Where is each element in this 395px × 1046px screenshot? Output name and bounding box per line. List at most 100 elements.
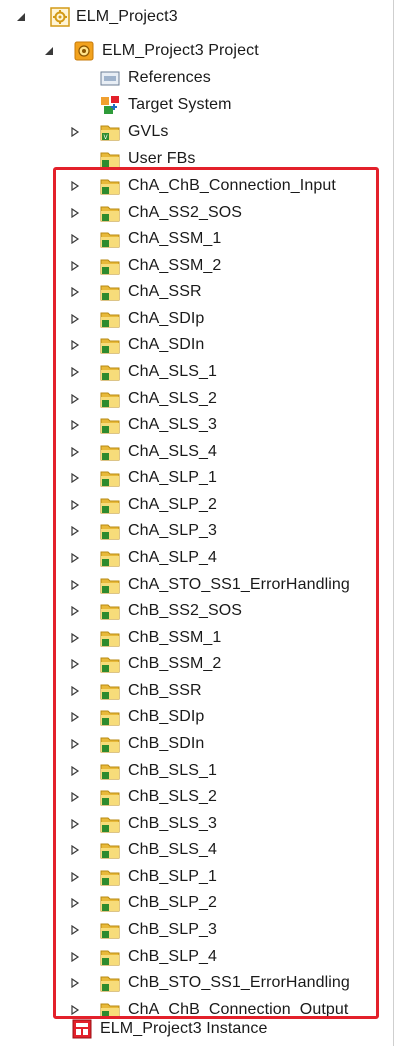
tree-node-label: ChA_SLS_4 bbox=[128, 442, 217, 460]
collapsed-arrow-icon[interactable] bbox=[70, 499, 80, 510]
collapsed-arrow-icon[interactable] bbox=[70, 712, 80, 723]
collapsed-arrow-icon[interactable] bbox=[70, 632, 80, 643]
collapsed-arrow-icon[interactable] bbox=[70, 925, 80, 935]
tree-node-folder[interactable]: ChA_SSM_1 bbox=[0, 226, 395, 252]
tree-node-folder[interactable]: ChB_SSM_2 bbox=[0, 651, 395, 677]
tree-node-label: ChA_SSR bbox=[128, 283, 202, 301]
collapsed-arrow-icon[interactable] bbox=[70, 127, 80, 137]
tree-node-folder[interactable]: ChB_STO_SS1_ErrorHandling bbox=[0, 970, 395, 996]
collapsed-arrow-icon[interactable] bbox=[70, 234, 80, 245]
collapsed-arrow-icon[interactable] bbox=[70, 978, 80, 989]
collapsed-arrow-icon[interactable] bbox=[70, 818, 80, 829]
tree-node-label: User FBs bbox=[128, 150, 196, 167]
collapsed-arrow-icon[interactable] bbox=[70, 739, 80, 749]
fb-folder-icon bbox=[100, 604, 120, 620]
tree-node-folder[interactable]: ChA_SLP_2 bbox=[0, 492, 395, 518]
tree-node-references[interactable]: References bbox=[0, 65, 395, 91]
collapsed-arrow-icon[interactable] bbox=[70, 260, 80, 271]
collapsed-arrow-icon[interactable] bbox=[70, 446, 80, 457]
plc-project-icon bbox=[50, 7, 70, 27]
tree-node-folder[interactable]: ChA_SLS_3 bbox=[0, 412, 395, 438]
fb-folder-icon bbox=[100, 578, 120, 593]
collapsed-arrow-icon[interactable] bbox=[70, 367, 80, 377]
collapsed-arrow-icon[interactable] bbox=[70, 579, 80, 590]
tree-node-folder[interactable]: ChA_STO_SS1_ErrorHandling bbox=[0, 572, 395, 598]
tree-node-folder[interactable]: ChA_SLS_2 bbox=[0, 386, 395, 412]
tree-node-label: ChA_SLP_3 bbox=[128, 522, 217, 540]
tree-node-label: ELM_Project3 bbox=[76, 8, 178, 25]
tree-node-gvls[interactable]: V GVLs bbox=[0, 119, 395, 145]
fb-folder-icon bbox=[100, 843, 120, 859]
tree-node-label: ChB_SDIp bbox=[128, 708, 205, 726]
tree-node-folder[interactable]: ChA_SS2_SOS bbox=[0, 200, 395, 226]
tree-node-label: GVLs bbox=[128, 123, 169, 140]
tree-node-label: ELM_Project3 Instance bbox=[100, 1020, 268, 1037]
tree-node-folder[interactable]: ChA_SDIn bbox=[0, 332, 395, 358]
collapsed-arrow-icon[interactable] bbox=[70, 951, 80, 962]
expanded-arrow-icon[interactable] bbox=[44, 46, 54, 56]
tree-node-folder[interactable]: ChB_SDIp bbox=[0, 704, 395, 730]
collapsed-arrow-icon[interactable] bbox=[70, 420, 80, 431]
collapsed-arrow-icon[interactable] bbox=[70, 898, 80, 909]
tree-node-folder[interactable]: ChA_SLS_4 bbox=[0, 439, 395, 465]
tree-node-folder[interactable]: ChA_SSM_2 bbox=[0, 253, 395, 279]
tree-node-root[interactable]: ELM_Project3 bbox=[0, 4, 395, 30]
tree-node-label: ChB_SSM_1 bbox=[128, 628, 222, 646]
collapsed-arrow-icon[interactable] bbox=[70, 553, 80, 563]
collapsed-arrow-icon[interactable] bbox=[70, 340, 80, 351]
tree-node-folder[interactable]: ChB_SLS_3 bbox=[0, 811, 395, 837]
fb-folder-icon bbox=[100, 179, 120, 195]
fb-folder-icon bbox=[100, 206, 120, 222]
tree-node-folder[interactable]: ChB_SSR bbox=[0, 678, 395, 704]
fb-folder-icon bbox=[100, 657, 120, 673]
tree-node-label: ChB_SSM_2 bbox=[128, 655, 222, 673]
collapsed-arrow-icon[interactable] bbox=[70, 792, 80, 803]
tree-node-folder[interactable]: ChB_SS2_SOS bbox=[0, 598, 395, 624]
tree-node-folder[interactable]: ChA_SLP_4 bbox=[0, 545, 395, 571]
tree-node-folder[interactable]: ChB_SLP_3 bbox=[0, 917, 395, 943]
fb-folder-icon bbox=[100, 498, 120, 514]
tree-node-folder[interactable]: ChA_SDIp bbox=[0, 306, 395, 332]
tree-node-label: ChB_SLP_1 bbox=[128, 867, 217, 885]
collapsed-arrow-icon[interactable] bbox=[70, 526, 80, 537]
collapsed-arrow-icon[interactable] bbox=[70, 287, 80, 298]
collapsed-arrow-icon[interactable] bbox=[70, 181, 80, 191]
collapsed-arrow-icon[interactable] bbox=[70, 765, 80, 776]
tree-node-label: References bbox=[128, 69, 211, 86]
collapsed-arrow-icon[interactable] bbox=[70, 313, 80, 324]
collapsed-arrow-icon[interactable] bbox=[70, 685, 80, 696]
tree-node-folder[interactable]: ChA_SLP_1 bbox=[0, 465, 395, 491]
collapsed-arrow-icon[interactable] bbox=[70, 606, 80, 617]
tree-node-label: ChB_SSR bbox=[128, 681, 202, 699]
tree-node-project[interactable]: ELM_Project3 Project bbox=[0, 38, 395, 64]
fb-folder-icon bbox=[100, 737, 120, 753]
tree-node-folder[interactable]: ChB_SSM_1 bbox=[0, 625, 395, 651]
tree-node-folder[interactable]: ChB_SLP_2 bbox=[0, 890, 395, 916]
fb-folder-icon bbox=[100, 259, 120, 275]
tree-node-user-fbs[interactable]: User FBs bbox=[0, 146, 395, 172]
tree-node-folder[interactable]: ChA_SLS_1 bbox=[0, 359, 395, 385]
panel-border bbox=[393, 0, 394, 1046]
collapsed-arrow-icon[interactable] bbox=[70, 845, 80, 856]
tree-node-label: ChA_SLP_2 bbox=[128, 495, 217, 513]
expanded-arrow-icon[interactable] bbox=[16, 12, 26, 22]
collapsed-arrow-icon[interactable] bbox=[70, 207, 80, 218]
tree-node-folder[interactable]: ChB_SLS_1 bbox=[0, 758, 395, 784]
tree-node-folder[interactable]: ChB_SLS_4 bbox=[0, 837, 395, 863]
tree-node-folder[interactable]: ChA_SSR bbox=[0, 279, 395, 305]
collapsed-arrow-icon[interactable] bbox=[70, 473, 80, 484]
collapsed-arrow-icon[interactable] bbox=[70, 659, 80, 670]
tree-node-target-system[interactable]: Target System bbox=[0, 92, 395, 118]
collapsed-arrow-icon[interactable] bbox=[70, 393, 80, 404]
tree-node-folder[interactable]: ChB_SLP_4 bbox=[0, 944, 395, 970]
tree-node-folder[interactable]: ChB_SLS_2 bbox=[0, 784, 395, 810]
collapsed-arrow-icon[interactable] bbox=[70, 871, 80, 882]
tree-node-folder[interactable]: ChA_ChB_Connection_Input bbox=[0, 173, 395, 199]
collapsed-arrow-icon[interactable] bbox=[70, 1004, 80, 1015]
tree-node-label: ChB_SDIn bbox=[128, 735, 205, 752]
tree-node-label: ChA_SDIn bbox=[128, 336, 205, 354]
tree-node-folder[interactable]: ChA_SLP_3 bbox=[0, 518, 395, 544]
tree-node-folder[interactable]: ChB_SDIn bbox=[0, 731, 395, 757]
tree-node-folder[interactable]: ChB_SLP_1 bbox=[0, 864, 395, 890]
tree-node-instance[interactable]: ELM_Project3 Instance bbox=[0, 1016, 395, 1042]
